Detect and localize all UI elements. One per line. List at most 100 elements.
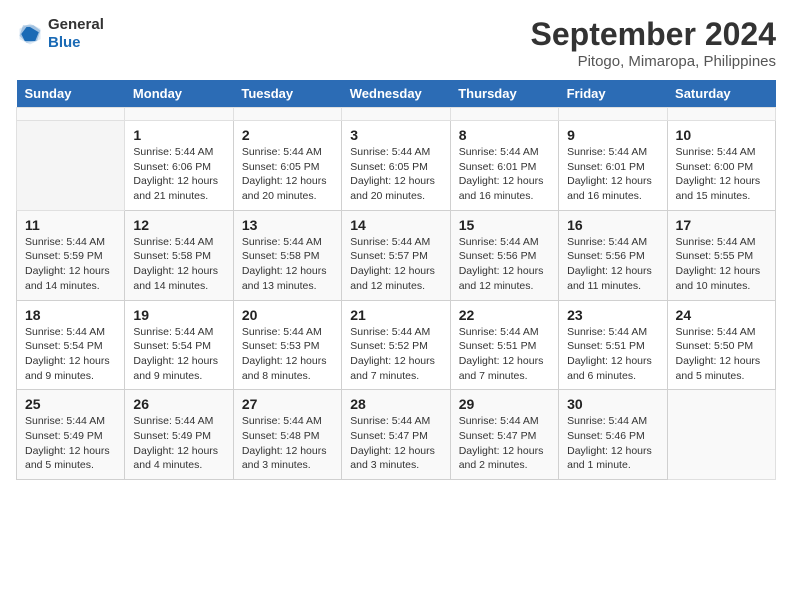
calendar-cell: 18 Sunrise: 5:44 AMSunset: 5:54 PMDaylig… bbox=[17, 300, 125, 390]
calendar-cell: 28 Sunrise: 5:44 AMSunset: 5:47 PMDaylig… bbox=[342, 390, 450, 480]
day-number: 27 bbox=[242, 396, 333, 412]
page-title: September 2024 bbox=[531, 16, 776, 53]
day-detail: Sunrise: 5:44 AMSunset: 5:50 PMDaylight:… bbox=[676, 325, 767, 384]
weekday-header-sunday: Sunday bbox=[17, 80, 125, 108]
day-number: 23 bbox=[567, 307, 658, 323]
day-detail: Sunrise: 5:44 AMSunset: 5:58 PMDaylight:… bbox=[242, 235, 333, 294]
day-detail: Sunrise: 5:44 AMSunset: 5:47 PMDaylight:… bbox=[459, 414, 550, 473]
day-detail: Sunrise: 5:44 AMSunset: 6:00 PMDaylight:… bbox=[676, 145, 767, 204]
day-detail: Sunrise: 5:44 AMSunset: 6:01 PMDaylight:… bbox=[567, 145, 658, 204]
title-block: September 2024 Pitogo, Mimaropa, Philipp… bbox=[531, 16, 776, 70]
day-number: 25 bbox=[25, 396, 116, 412]
day-number: 13 bbox=[242, 217, 333, 233]
day-detail: Sunrise: 5:44 AMSunset: 6:05 PMDaylight:… bbox=[242, 145, 333, 204]
day-number: 16 bbox=[567, 217, 658, 233]
day-detail: Sunrise: 5:44 AMSunset: 5:49 PMDaylight:… bbox=[133, 414, 224, 473]
calendar-cell: 8 Sunrise: 5:44 AMSunset: 6:01 PMDayligh… bbox=[450, 121, 558, 211]
calendar-body: 1 Sunrise: 5:44 AMSunset: 6:06 PMDayligh… bbox=[17, 108, 776, 480]
calendar-cell: 16 Sunrise: 5:44 AMSunset: 5:56 PMDaylig… bbox=[559, 210, 667, 300]
calendar-cell: 23 Sunrise: 5:44 AMSunset: 5:51 PMDaylig… bbox=[559, 300, 667, 390]
day-number: 24 bbox=[676, 307, 767, 323]
day-number: 3 bbox=[350, 127, 441, 143]
calendar-cell bbox=[342, 108, 450, 121]
calendar-cell: 24 Sunrise: 5:44 AMSunset: 5:50 PMDaylig… bbox=[667, 300, 775, 390]
calendar-cell: 11 Sunrise: 5:44 AMSunset: 5:59 PMDaylig… bbox=[17, 210, 125, 300]
calendar-table: SundayMondayTuesdayWednesdayThursdayFrid… bbox=[16, 80, 776, 480]
calendar-row: 11 Sunrise: 5:44 AMSunset: 5:59 PMDaylig… bbox=[17, 210, 776, 300]
calendar-cell bbox=[17, 108, 125, 121]
calendar-cell: 27 Sunrise: 5:44 AMSunset: 5:48 PMDaylig… bbox=[233, 390, 341, 480]
calendar-cell bbox=[125, 108, 233, 121]
logo-text: General Blue bbox=[48, 16, 104, 52]
day-detail: Sunrise: 5:44 AMSunset: 5:57 PMDaylight:… bbox=[350, 235, 441, 294]
logo-icon bbox=[16, 20, 44, 48]
calendar-cell bbox=[667, 390, 775, 480]
calendar-cell bbox=[17, 121, 125, 211]
day-detail: Sunrise: 5:44 AMSunset: 5:53 PMDaylight:… bbox=[242, 325, 333, 384]
calendar-cell: 1 Sunrise: 5:44 AMSunset: 6:06 PMDayligh… bbox=[125, 121, 233, 211]
day-detail: Sunrise: 5:44 AMSunset: 5:49 PMDaylight:… bbox=[25, 414, 116, 473]
day-number: 10 bbox=[676, 127, 767, 143]
calendar-cell: 22 Sunrise: 5:44 AMSunset: 5:51 PMDaylig… bbox=[450, 300, 558, 390]
day-detail: Sunrise: 5:44 AMSunset: 5:48 PMDaylight:… bbox=[242, 414, 333, 473]
calendar-cell: 15 Sunrise: 5:44 AMSunset: 5:56 PMDaylig… bbox=[450, 210, 558, 300]
day-detail: Sunrise: 5:44 AMSunset: 5:51 PMDaylight:… bbox=[459, 325, 550, 384]
calendar-cell: 10 Sunrise: 5:44 AMSunset: 6:00 PMDaylig… bbox=[667, 121, 775, 211]
day-number: 29 bbox=[459, 396, 550, 412]
logo: General Blue bbox=[16, 16, 104, 52]
calendar-cell: 12 Sunrise: 5:44 AMSunset: 5:58 PMDaylig… bbox=[125, 210, 233, 300]
day-number: 18 bbox=[25, 307, 116, 323]
calendar-cell: 20 Sunrise: 5:44 AMSunset: 5:53 PMDaylig… bbox=[233, 300, 341, 390]
day-detail: Sunrise: 5:44 AMSunset: 6:06 PMDaylight:… bbox=[133, 145, 224, 204]
day-detail: Sunrise: 5:44 AMSunset: 5:54 PMDaylight:… bbox=[25, 325, 116, 384]
calendar-cell bbox=[559, 108, 667, 121]
calendar-cell: 3 Sunrise: 5:44 AMSunset: 6:05 PMDayligh… bbox=[342, 121, 450, 211]
calendar-cell: 25 Sunrise: 5:44 AMSunset: 5:49 PMDaylig… bbox=[17, 390, 125, 480]
day-detail: Sunrise: 5:44 AMSunset: 6:01 PMDaylight:… bbox=[459, 145, 550, 204]
day-number: 15 bbox=[459, 217, 550, 233]
day-number: 14 bbox=[350, 217, 441, 233]
day-number: 19 bbox=[133, 307, 224, 323]
day-detail: Sunrise: 5:44 AMSunset: 5:56 PMDaylight:… bbox=[459, 235, 550, 294]
page-header: General Blue September 2024 Pitogo, Mima… bbox=[16, 16, 776, 70]
calendar-cell bbox=[233, 108, 341, 121]
day-number: 9 bbox=[567, 127, 658, 143]
page-subtitle: Pitogo, Mimaropa, Philippines bbox=[531, 53, 776, 70]
calendar-cell bbox=[667, 108, 775, 121]
day-number: 26 bbox=[133, 396, 224, 412]
day-number: 17 bbox=[676, 217, 767, 233]
day-number: 21 bbox=[350, 307, 441, 323]
calendar-cell: 9 Sunrise: 5:44 AMSunset: 6:01 PMDayligh… bbox=[559, 121, 667, 211]
day-number: 20 bbox=[242, 307, 333, 323]
calendar-cell: 17 Sunrise: 5:44 AMSunset: 5:55 PMDaylig… bbox=[667, 210, 775, 300]
day-number: 30 bbox=[567, 396, 658, 412]
day-number: 22 bbox=[459, 307, 550, 323]
weekday-header-saturday: Saturday bbox=[667, 80, 775, 108]
calendar-cell: 19 Sunrise: 5:44 AMSunset: 5:54 PMDaylig… bbox=[125, 300, 233, 390]
calendar-cell: 13 Sunrise: 5:44 AMSunset: 5:58 PMDaylig… bbox=[233, 210, 341, 300]
calendar-cell: 2 Sunrise: 5:44 AMSunset: 6:05 PMDayligh… bbox=[233, 121, 341, 211]
day-detail: Sunrise: 5:44 AMSunset: 6:05 PMDaylight:… bbox=[350, 145, 441, 204]
day-detail: Sunrise: 5:44 AMSunset: 5:51 PMDaylight:… bbox=[567, 325, 658, 384]
day-number: 1 bbox=[133, 127, 224, 143]
day-number: 8 bbox=[459, 127, 550, 143]
weekday-header-wednesday: Wednesday bbox=[342, 80, 450, 108]
day-number: 11 bbox=[25, 217, 116, 233]
calendar-row: 25 Sunrise: 5:44 AMSunset: 5:49 PMDaylig… bbox=[17, 390, 776, 480]
weekday-header-monday: Monday bbox=[125, 80, 233, 108]
day-detail: Sunrise: 5:44 AMSunset: 5:55 PMDaylight:… bbox=[676, 235, 767, 294]
day-detail: Sunrise: 5:44 AMSunset: 5:59 PMDaylight:… bbox=[25, 235, 116, 294]
calendar-row: 1 Sunrise: 5:44 AMSunset: 6:06 PMDayligh… bbox=[17, 121, 776, 211]
calendar-row bbox=[17, 108, 776, 121]
calendar-cell: 29 Sunrise: 5:44 AMSunset: 5:47 PMDaylig… bbox=[450, 390, 558, 480]
weekday-header-tuesday: Tuesday bbox=[233, 80, 341, 108]
weekday-header-friday: Friday bbox=[559, 80, 667, 108]
calendar-header-row: SundayMondayTuesdayWednesdayThursdayFrid… bbox=[17, 80, 776, 108]
day-detail: Sunrise: 5:44 AMSunset: 5:56 PMDaylight:… bbox=[567, 235, 658, 294]
calendar-cell bbox=[450, 108, 558, 121]
day-detail: Sunrise: 5:44 AMSunset: 5:47 PMDaylight:… bbox=[350, 414, 441, 473]
calendar-cell: 30 Sunrise: 5:44 AMSunset: 5:46 PMDaylig… bbox=[559, 390, 667, 480]
calendar-cell: 14 Sunrise: 5:44 AMSunset: 5:57 PMDaylig… bbox=[342, 210, 450, 300]
calendar-row: 18 Sunrise: 5:44 AMSunset: 5:54 PMDaylig… bbox=[17, 300, 776, 390]
day-detail: Sunrise: 5:44 AMSunset: 5:58 PMDaylight:… bbox=[133, 235, 224, 294]
